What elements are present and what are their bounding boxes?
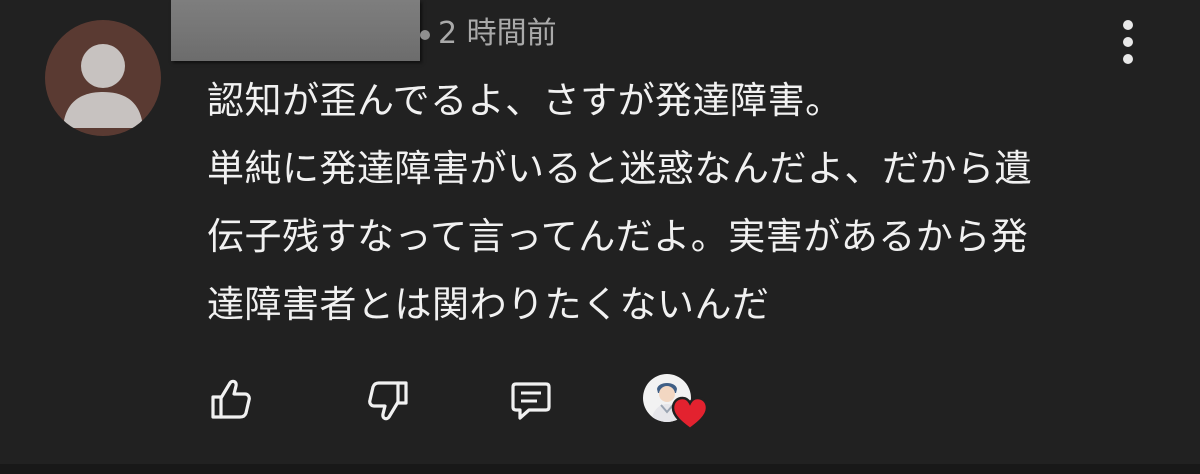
bottom-band <box>0 464 1200 474</box>
default-person-icon <box>63 44 143 128</box>
comment-line: 達障害者とは関わりたくないんだ <box>207 283 770 326</box>
comment-line: 認知が歪んでるよ、さすが発達障害。 <box>207 79 843 122</box>
creator-heart-badge[interactable] <box>643 374 709 432</box>
commenter-avatar[interactable] <box>45 20 161 136</box>
reply-button[interactable] <box>503 372 559 428</box>
redacted-author-name <box>171 0 420 61</box>
like-button[interactable] <box>203 372 259 428</box>
comment-timestamp[interactable]: 2 時間前 <box>438 14 557 54</box>
meta-separator-dot <box>420 30 430 40</box>
thumbs-up-icon <box>211 379 251 419</box>
menu-dot <box>1123 20 1133 30</box>
dislike-button[interactable] <box>360 372 416 428</box>
menu-dot <box>1123 54 1133 64</box>
comment-text: 認知が歪んでるよ、さすが発達障害。 単純に発達障害がいると迷惑なんだよ、だから遺… <box>207 67 1147 339</box>
thumbs-down-icon <box>368 381 408 421</box>
comment-line: 単純に発達障害がいると迷惑なんだよ、だから遺 <box>207 147 1032 190</box>
more-vertical-icon[interactable] <box>1112 16 1144 68</box>
menu-dot <box>1123 37 1133 47</box>
heart-icon <box>671 396 709 431</box>
reply-comment-icon <box>511 382 551 420</box>
comment-line: 伝子残すなって言ってんだよ。実害があるから発 <box>207 215 1029 258</box>
